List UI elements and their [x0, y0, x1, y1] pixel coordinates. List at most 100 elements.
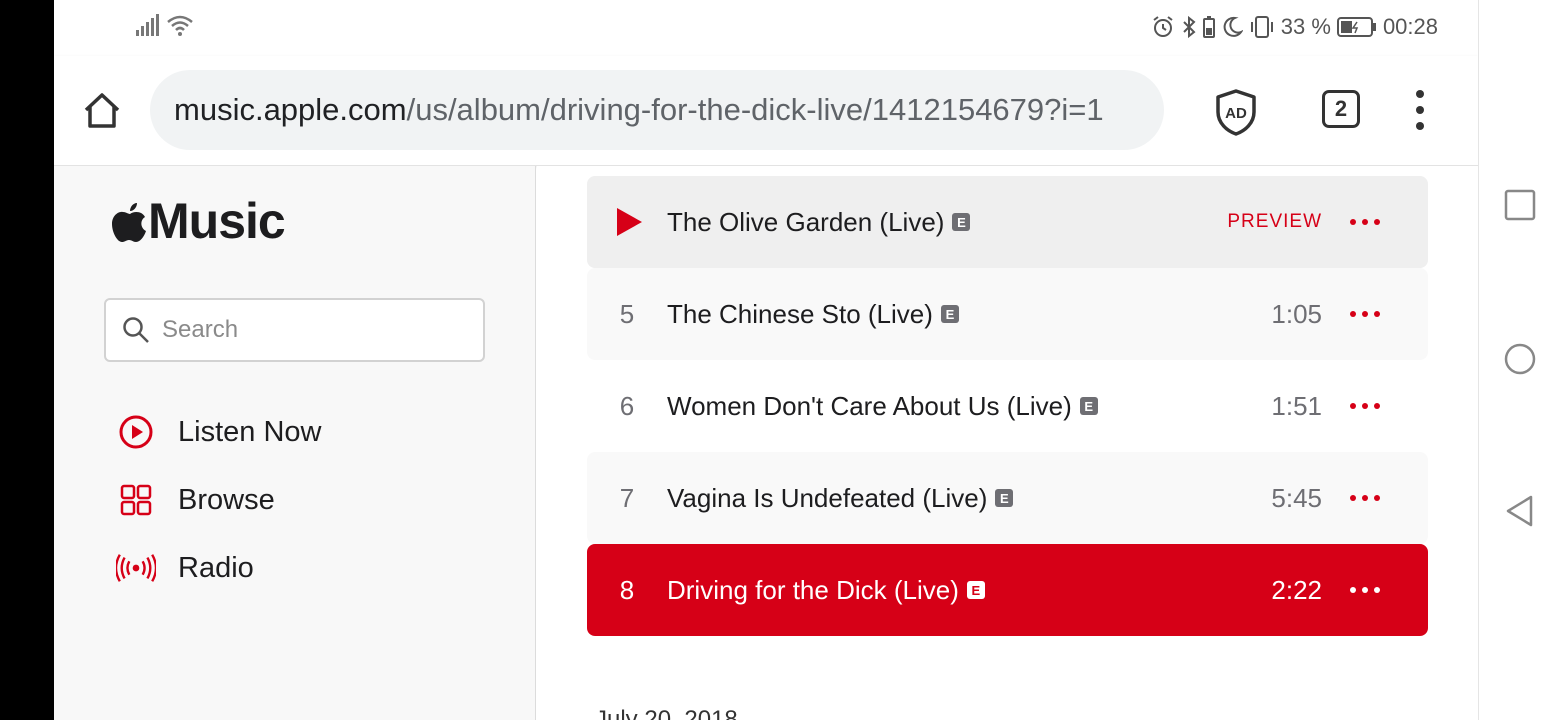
explicit-badge: E: [940, 305, 959, 323]
status-right: 33 % 00:28: [1151, 14, 1438, 40]
radio-broadcast-icon: [116, 548, 156, 588]
sidebar-item-browse[interactable]: Browse: [116, 480, 275, 520]
home-icon: [84, 93, 120, 128]
more-dot-icon: [1350, 311, 1356, 317]
track-row-driving-for-the-dick[interactable]: 8 Driving for the Dick (Live) E 2:22: [587, 544, 1428, 636]
overflow-menu-button[interactable]: [1410, 90, 1430, 130]
play-circle-icon: [116, 412, 156, 452]
track-title-text: Driving for the Dick (Live): [667, 574, 959, 605]
battery-small-icon: [1202, 16, 1215, 38]
track-title: The Chinese Sto (Live) E: [667, 299, 959, 330]
grid-icon: [116, 480, 156, 520]
menu-dot-icon: [1416, 90, 1424, 98]
explicit-badge: E: [1079, 397, 1098, 415]
track-number: 6: [619, 390, 635, 421]
more-options-button[interactable]: [1350, 218, 1380, 226]
explicit-badge: E: [966, 581, 985, 599]
track-number: 5: [619, 298, 635, 329]
track-title-text: Women Don't Care About Us (Live): [667, 390, 1072, 421]
home-button[interactable]: [80, 88, 124, 132]
search-box[interactable]: [104, 298, 485, 362]
alarm-icon: [1153, 16, 1173, 37]
search-input[interactable]: [162, 316, 462, 344]
track-title: The Olive Garden (Live) E: [667, 206, 971, 238]
preview-label[interactable]: PREVIEW: [1227, 211, 1322, 233]
bluetooth-icon: [1183, 15, 1196, 39]
track-title-text: The Chinese Sto (Live): [667, 298, 933, 329]
search-icon: [123, 317, 149, 343]
status-left: [136, 14, 194, 36]
track-duration: 1:51: [1271, 390, 1322, 421]
status-clock: 00:28: [1382, 14, 1438, 39]
more-dot-icon: [1374, 403, 1380, 409]
android-nav-bar: [1478, 0, 1560, 720]
wifi-icon: [167, 15, 193, 36]
home-circle-icon[interactable]: [1503, 342, 1537, 376]
track-number: 8: [619, 574, 635, 605]
phone-screen: 33 % 00:28 music.apple.com/us/album/driv…: [54, 0, 1478, 720]
apple-music-logo[interactable]: Music: [112, 192, 286, 250]
menu-dot-icon: [1416, 106, 1424, 114]
track-duration: 2:22: [1271, 574, 1322, 605]
recent-apps-icon[interactable]: [1503, 188, 1537, 222]
explicit-badge: E: [952, 213, 971, 231]
track-list: The Olive Garden (Live) E PREVIEW 5 The …: [537, 166, 1478, 720]
sidebar-item-label: Browse: [178, 483, 275, 516]
more-dot-icon: [1362, 495, 1368, 501]
more-options-button[interactable]: [1350, 494, 1380, 502]
track-duration: 5:45: [1271, 482, 1322, 513]
track-duration: 1:05: [1271, 298, 1322, 329]
sidebar: Music Listen Now: [54, 166, 536, 720]
url-path: /us/album/driving-for-the-dick-live/1412…: [406, 92, 1104, 127]
track-row-vagina-undefeated[interactable]: 7 Vagina Is Undefeated (Live) E 5:45: [587, 452, 1428, 544]
logo-text: Music: [148, 193, 286, 249]
sidebar-item-listen-now[interactable]: Listen Now: [116, 412, 321, 452]
track-title-text: Vagina Is Undefeated (Live): [667, 482, 988, 513]
more-dot-icon: [1362, 311, 1368, 317]
battery-icon: [1336, 17, 1376, 37]
more-dot-icon: [1350, 495, 1356, 501]
tab-switcher-button[interactable]: 2: [1322, 90, 1360, 128]
adblock-button[interactable]: AD: [1214, 88, 1258, 136]
more-dot-icon: [1350, 219, 1356, 225]
track-number: 7: [619, 482, 635, 513]
more-dot-icon: [1374, 311, 1380, 317]
more-dot-icon: [1362, 219, 1368, 225]
more-dot-icon: [1374, 219, 1380, 225]
status-bar: 33 % 00:28: [54, 0, 1478, 56]
sidebar-item-label: Radio: [178, 551, 254, 584]
battery-percent: 33 %: [1280, 14, 1331, 39]
menu-dot-icon: [1416, 122, 1424, 130]
track-row-women-dont-care[interactable]: 6 Women Don't Care About Us (Live) E 1:5…: [587, 360, 1428, 452]
more-options-button[interactable]: [1350, 402, 1380, 410]
sidebar-item-radio[interactable]: Radio: [116, 548, 254, 588]
url-field[interactable]: music.apple.com/us/album/driving-for-the…: [150, 70, 1164, 150]
more-dot-icon: [1350, 403, 1356, 409]
explicit-badge: E: [995, 489, 1014, 507]
vibrate-icon: [1250, 16, 1273, 38]
play-icon[interactable]: [615, 207, 643, 237]
more-dot-icon: [1374, 587, 1380, 593]
more-dot-icon: [1362, 587, 1368, 593]
adblock-shield-icon: AD: [1216, 89, 1256, 136]
release-date: July 20, 2018: [595, 706, 738, 720]
more-dot-icon: [1374, 495, 1380, 501]
moon-icon: [1223, 16, 1243, 37]
browser-toolbar: music.apple.com/us/album/driving-for-the…: [54, 56, 1478, 166]
more-options-button[interactable]: [1350, 586, 1380, 594]
back-triangle-icon[interactable]: [1503, 494, 1537, 528]
more-dot-icon: [1350, 587, 1356, 593]
track-row-olive-garden[interactable]: The Olive Garden (Live) E PREVIEW: [587, 176, 1428, 268]
track-title: Driving for the Dick (Live) E: [667, 575, 985, 606]
cell-signal-icon: [136, 14, 159, 36]
track-title-text: The Olive Garden (Live): [667, 206, 945, 237]
url-host: music.apple.com: [174, 92, 407, 127]
track-title: Vagina Is Undefeated (Live) E: [667, 482, 1014, 514]
track-row-chinese-sto[interactable]: 5 The Chinese Sto (Live) E 1:05: [587, 268, 1428, 360]
track-title: Women Don't Care About Us (Live) E: [667, 391, 1098, 422]
adblock-label: AD: [1225, 105, 1247, 122]
more-dot-icon: [1362, 403, 1368, 409]
apple-logo-icon: [112, 203, 146, 242]
sidebar-item-label: Listen Now: [178, 415, 322, 448]
more-options-button[interactable]: [1350, 310, 1380, 318]
